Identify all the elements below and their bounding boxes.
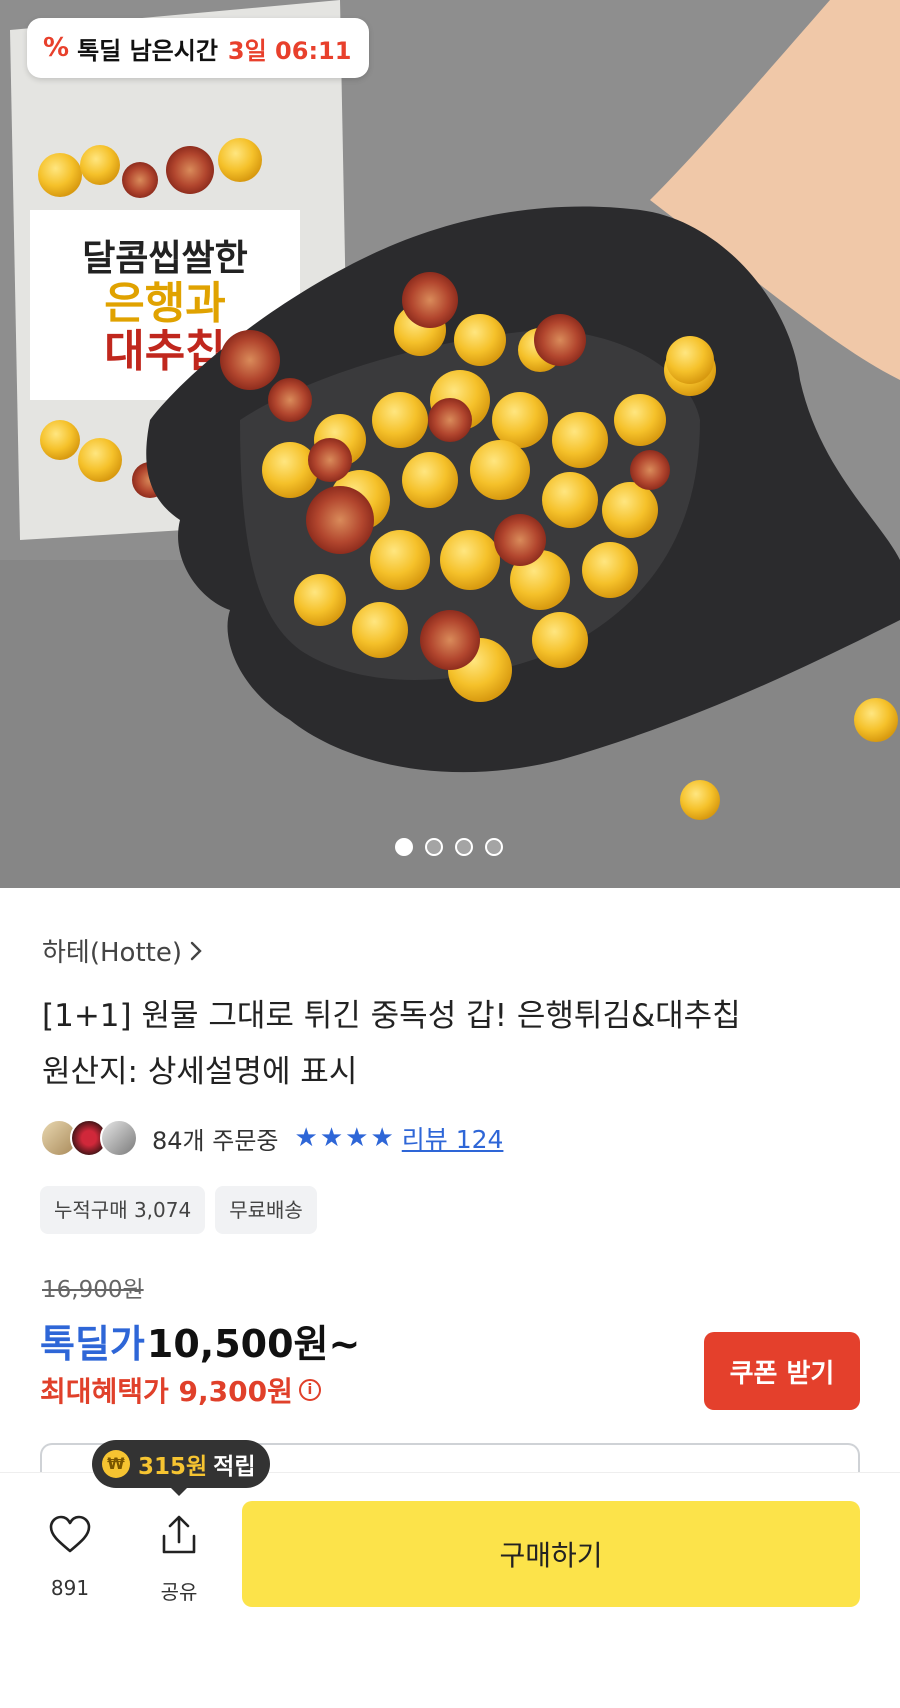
deal-label: 톡딜가: [40, 1322, 145, 1366]
share-button[interactable]: 공유: [134, 1510, 224, 1605]
star-icon: ★: [370, 1123, 394, 1153]
carousel-dot[interactable]: [455, 838, 473, 856]
carousel-dot[interactable]: [395, 838, 413, 856]
order-count: 84개 주문중: [152, 1126, 279, 1155]
timer-value: 3일 06:11: [227, 36, 352, 65]
review-link[interactable]: 리뷰 124: [402, 1120, 504, 1156]
product-photo: 달콤씹쌀한 은행과 대추칩: [0, 0, 900, 888]
points-badge: ₩ 315원 적립: [92, 1440, 270, 1488]
deal-timer-badge: % 톡딜 남은시간 3일 06:11: [27, 18, 370, 78]
chevron-right-icon: [190, 941, 202, 960]
max-benefit-price[interactable]: 최대혜택가 9,300원 i: [40, 1370, 321, 1410]
heart-icon: [49, 1515, 91, 1553]
carousel-dot[interactable]: [485, 838, 503, 856]
product-title: [1+1] 원물 그대로 튀긴 중독성 갑! 은행튀김&대추칩 원산지: 상세설…: [42, 988, 862, 1100]
points-label: 적립: [213, 1454, 256, 1480]
product-chips: 누적구매 3,074 무료배송: [40, 1186, 317, 1234]
seller-link[interactable]: 하테(Hotte): [42, 932, 204, 969]
percent-icon: %: [43, 33, 70, 63]
product-title-line: [1+1] 원물 그대로 튀긴 중독성 갑! 은행튀김&대추칩: [42, 998, 741, 1034]
info-icon[interactable]: i: [298, 1379, 321, 1401]
share-icon: [162, 1515, 196, 1554]
free-shipping-chip: 무료배송: [215, 1186, 317, 1234]
timer-label: 톡딜 남은시간: [77, 36, 218, 65]
share-label: 공유: [160, 1580, 198, 1604]
svg-text:달콤씹쌀한: 달콤씹쌀한: [82, 238, 248, 279]
star-icon: ★: [319, 1123, 344, 1153]
svg-text:은행과: 은행과: [104, 278, 225, 329]
max-benefit-text: 최대혜택가 9,300원: [40, 1375, 293, 1408]
like-count: 891: [50, 1576, 90, 1600]
buyer-avatars: [40, 1119, 138, 1157]
like-button[interactable]: 891: [25, 1510, 115, 1600]
social-proof-row: 84개 주문중 ★ ★ ★ ★ 리뷰 124: [40, 1118, 503, 1158]
points-badge-tail: [169, 1486, 189, 1496]
points-amount: 315원: [138, 1454, 208, 1480]
carousel-dot[interactable]: [425, 838, 443, 856]
coin-icon: ₩: [102, 1450, 130, 1478]
buy-button[interactable]: 구매하기: [242, 1501, 860, 1607]
star-icon: ★: [345, 1123, 369, 1153]
product-image-carousel[interactable]: 달콤씹쌀한 은행과 대추칩 % 톡딜 남은시간 3일 06:11: [0, 0, 900, 888]
coupon-button[interactable]: 쿠폰 받기: [704, 1332, 860, 1410]
carousel-indicator: [395, 838, 503, 856]
cumulative-purchase-chip: 누적구매 3,074: [40, 1186, 206, 1234]
avatar: [100, 1119, 138, 1157]
original-price: 16,900원: [42, 1277, 144, 1303]
seller-name: 하테(Hotte): [42, 938, 182, 968]
deal-price-row: 톡딜가 10,500원~: [40, 1313, 360, 1368]
product-origin-line: 원산지: 상세설명에 표시: [42, 1054, 358, 1090]
rating-stars: ★ ★ ★ ★: [295, 1123, 394, 1153]
deal-price: 10,500원~: [146, 1322, 361, 1366]
star-icon: ★: [294, 1123, 318, 1153]
